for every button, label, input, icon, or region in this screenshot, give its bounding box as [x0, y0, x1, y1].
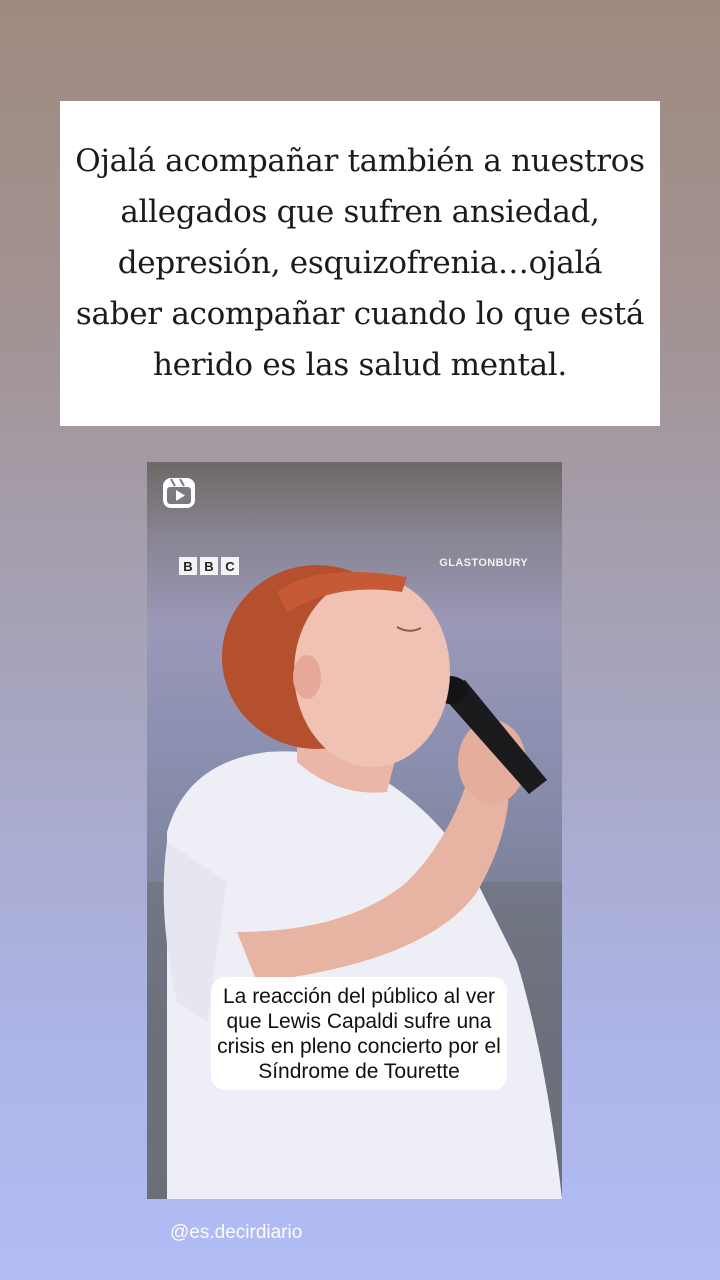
- username-tag[interactable]: @es.decirdiario: [170, 1222, 302, 1244]
- bbc-logo: B B C: [179, 557, 239, 575]
- video-caption: La reacción del público al ver que Lewis…: [211, 977, 507, 1090]
- venue-label: GLASTONBURY: [439, 557, 528, 569]
- reels-icon: [163, 478, 195, 508]
- bbc-letter: B: [200, 557, 218, 575]
- quote-card: Ojalá acompañar también a nuestros alleg…: [60, 101, 660, 426]
- video-embed[interactable]: B B C GLASTONBURY La reacción del públic…: [147, 462, 562, 1199]
- bbc-letter: B: [179, 557, 197, 575]
- quote-text: Ojalá acompañar también a nuestros alleg…: [75, 143, 645, 383]
- bbc-letter: C: [221, 557, 239, 575]
